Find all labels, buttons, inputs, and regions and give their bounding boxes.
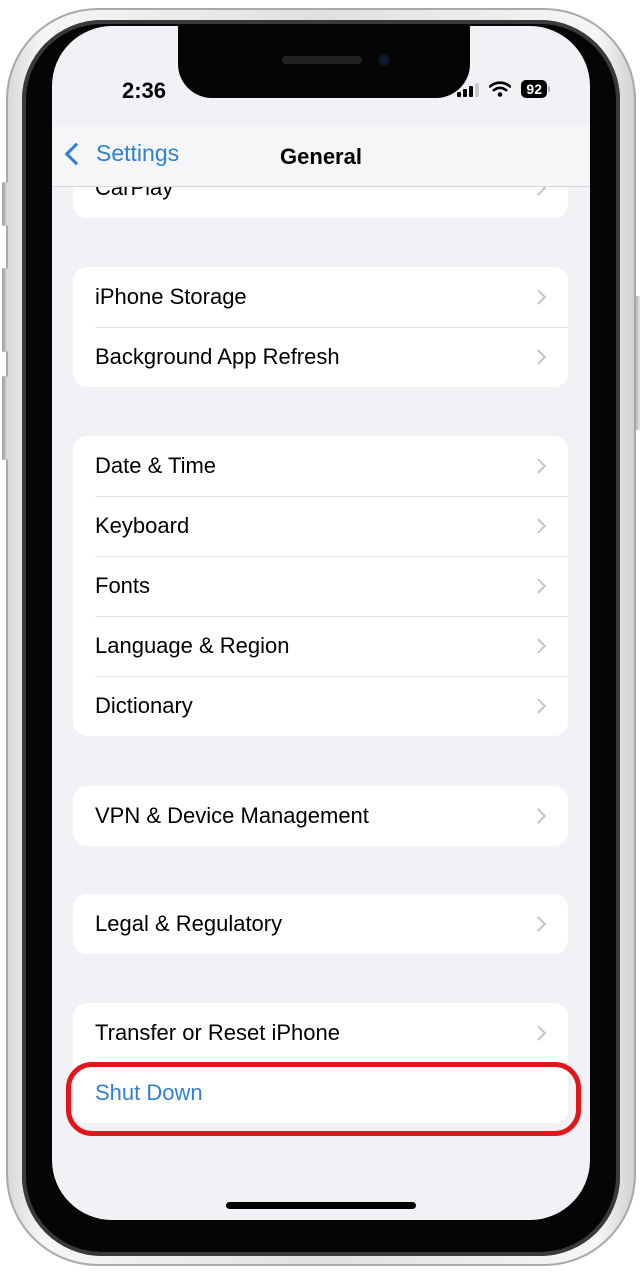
- group-locale: Date & Time Keyboard Fonts Language & Re…: [73, 436, 568, 736]
- group-vpn: VPN & Device Management: [73, 786, 568, 846]
- chevron-right-icon: [530, 808, 547, 824]
- row-label: Language & Region: [95, 633, 290, 658]
- chevron-right-icon: [530, 349, 547, 365]
- row-legal-regulatory[interactable]: Legal & Regulatory: [73, 894, 568, 954]
- battery-level: 92: [521, 80, 547, 98]
- chevron-right-icon: [530, 518, 547, 534]
- row-label: iPhone Storage: [95, 284, 247, 309]
- row-dictionary[interactable]: Dictionary: [73, 676, 568, 736]
- power-button: [634, 296, 640, 430]
- silent-switch: [2, 182, 8, 226]
- chevron-right-icon: [530, 578, 547, 594]
- group-reset: Transfer or Reset iPhone Shut Down: [73, 1003, 568, 1123]
- chevron-right-icon: [530, 289, 547, 305]
- row-fonts[interactable]: Fonts: [73, 556, 568, 616]
- chevron-right-icon: [530, 698, 547, 714]
- row-label: Keyboard: [95, 513, 190, 538]
- battery-icon: 92: [521, 80, 550, 98]
- navigation-bar: Settings General: [52, 126, 590, 187]
- row-label: Background App Refresh: [95, 344, 340, 369]
- chevron-right-icon: [530, 916, 547, 932]
- row-date-time[interactable]: Date & Time: [73, 436, 568, 496]
- chevron-right-icon: [530, 1025, 547, 1041]
- home-indicator[interactable]: [226, 1202, 416, 1209]
- screen: 2:36 92 CarPlay iPhone Storage Backgroun…: [52, 26, 590, 1220]
- status-time: 2:36: [122, 78, 167, 103]
- speaker-grille: [282, 56, 362, 64]
- row-label: Dictionary: [95, 693, 193, 718]
- row-iphone-storage[interactable]: iPhone Storage: [73, 267, 568, 327]
- cellular-signal-icon: [457, 81, 480, 97]
- row-label: VPN & Device Management: [95, 803, 369, 828]
- group-storage: iPhone Storage Background App Refresh: [73, 267, 568, 387]
- row-label: Date & Time: [95, 453, 217, 478]
- row-language-region[interactable]: Language & Region: [73, 616, 568, 676]
- row-background-app-refresh[interactable]: Background App Refresh: [73, 327, 568, 387]
- notch: [178, 26, 470, 98]
- shut-down-button[interactable]: Shut Down: [73, 1063, 568, 1123]
- volume-up-button: [2, 268, 8, 352]
- row-vpn-device-management[interactable]: VPN & Device Management: [73, 786, 568, 846]
- wifi-icon: [489, 81, 512, 97]
- chevron-right-icon: [530, 458, 547, 474]
- status-indicators: 92: [457, 80, 550, 98]
- row-label: Shut Down: [95, 1080, 203, 1105]
- group-legal: Legal & Regulatory: [73, 894, 568, 954]
- row-transfer-reset[interactable]: Transfer or Reset iPhone: [73, 1003, 568, 1063]
- chevron-right-icon: [530, 638, 547, 654]
- row-keyboard[interactable]: Keyboard: [73, 496, 568, 556]
- front-camera: [378, 54, 390, 66]
- volume-down-button: [2, 376, 8, 460]
- row-label: Legal & Regulatory: [95, 911, 283, 936]
- row-label: Transfer or Reset iPhone: [95, 1020, 340, 1045]
- row-label: Fonts: [95, 573, 151, 598]
- page-title: General: [280, 144, 362, 169]
